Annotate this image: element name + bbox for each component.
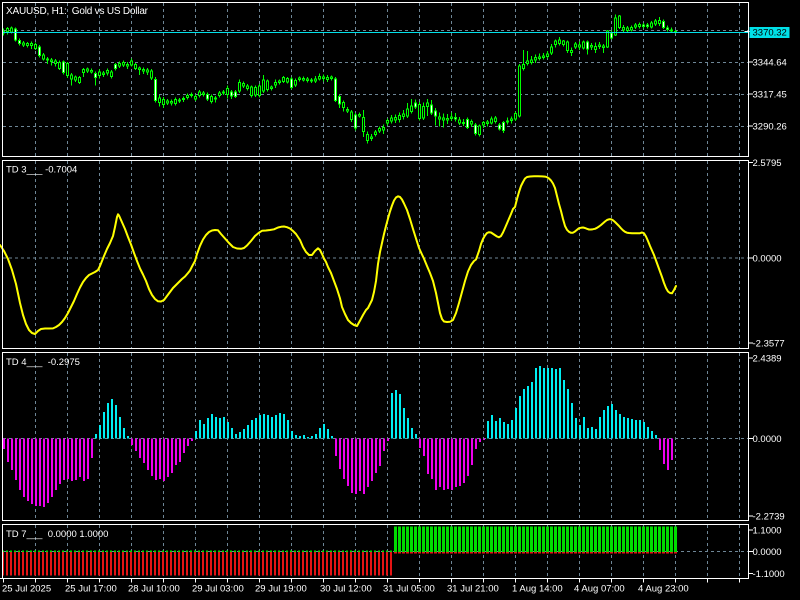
- svg-text:3344.64: 3344.64: [753, 57, 787, 68]
- svg-text:3317.45: 3317.45: [753, 89, 787, 100]
- svg-text:2.4389: 2.4389: [753, 353, 782, 364]
- svg-text:-2.3577: -2.3577: [753, 338, 785, 349]
- svg-text:1.1000: 1.1000: [753, 525, 782, 536]
- svg-text:-2.2739: -2.2739: [753, 511, 785, 522]
- svg-text:2.5795: 2.5795: [753, 158, 782, 169]
- svg-text:0.0000: 0.0000: [753, 434, 782, 445]
- svg-text:3290.26: 3290.26: [753, 121, 787, 132]
- svg-text:3370.32: 3370.32: [753, 27, 787, 38]
- svg-text:31 Jul 05:00: 31 Jul 05:00: [383, 584, 435, 595]
- svg-text:0.0000: 0.0000: [753, 253, 782, 264]
- svg-text:29 Jul 19:00: 29 Jul 19:00: [255, 584, 307, 595]
- svg-text:4 Aug 23:00: 4 Aug 23:00: [638, 584, 689, 595]
- svg-text:25 Jul 17:00: 25 Jul 17:00: [65, 584, 117, 595]
- svg-text:TD 3___ -0.7004: TD 3___ -0.7004: [6, 165, 77, 176]
- svg-text:28 Jul 10:00: 28 Jul 10:00: [128, 584, 180, 595]
- svg-text:TD 7___ 0.0000 1.0000: TD 7___ 0.0000 1.0000: [6, 529, 108, 540]
- svg-text:29 Jul 03:00: 29 Jul 03:00: [192, 584, 244, 595]
- svg-text:XAUUSD, H1: Gold vs US Dollar: XAUUSD, H1: Gold vs US Dollar: [6, 6, 149, 17]
- svg-text:-1.1000: -1.1000: [753, 569, 785, 580]
- svg-text:30 Jul 12:00: 30 Jul 12:00: [320, 584, 372, 595]
- svg-text:1 Aug 14:00: 1 Aug 14:00: [512, 584, 563, 595]
- svg-text:4 Aug 07:00: 4 Aug 07:00: [574, 584, 625, 595]
- svg-text:TD 4___ -0.2975: TD 4___ -0.2975: [6, 357, 80, 368]
- svg-text:0.0000: 0.0000: [753, 547, 782, 558]
- svg-text:25 Jul 2025: 25 Jul 2025: [2, 584, 51, 595]
- svg-text:31 Jul 21:00: 31 Jul 21:00: [447, 584, 499, 595]
